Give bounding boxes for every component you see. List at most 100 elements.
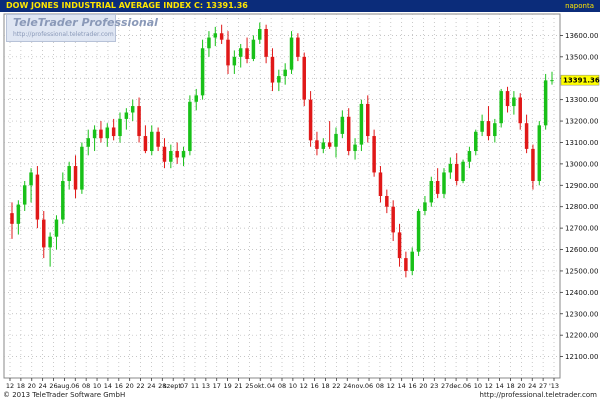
- candle-body: [423, 202, 427, 211]
- copyright-text: © 2013 TeleTrader Software GmbH: [3, 391, 126, 399]
- candle-body: [156, 131, 160, 147]
- candle-body: [493, 123, 497, 137]
- candle-body: [346, 116, 351, 152]
- x-tick-label: 16: [115, 382, 123, 390]
- candle-body: [270, 56, 275, 83]
- x-tick-label: 24: [38, 382, 46, 390]
- y-tick-label: 12800.00: [565, 203, 598, 211]
- candle-body: [143, 136, 148, 152]
- y-tick-label: 13300.00: [565, 96, 598, 104]
- x-tick-label: 21: [234, 382, 242, 390]
- x-tick-label: 13: [202, 382, 210, 390]
- x-tick-label: 16: [310, 382, 318, 390]
- x-tick-label: 22: [136, 382, 144, 390]
- candle-body: [150, 131, 154, 152]
- x-tick-label: 14: [104, 382, 112, 390]
- x-tick-label: 08: [278, 382, 286, 390]
- candle-body: [499, 91, 503, 124]
- x-tick-label: '13: [549, 382, 559, 390]
- candle-body: [308, 99, 313, 141]
- candle-body: [543, 80, 548, 126]
- y-tick-label: 13000.00: [565, 160, 598, 168]
- x-tick-label: 06: [365, 382, 373, 390]
- y-tick-label: 12600.00: [565, 246, 598, 254]
- candle-body: [137, 106, 141, 137]
- y-tick-label: 12400.00: [565, 289, 598, 297]
- plot-area: [3, 13, 561, 379]
- last-price-label: 13391.36: [563, 77, 600, 85]
- candle-body: [454, 163, 459, 182]
- y-tick-label: 13100.00: [565, 139, 598, 147]
- candle-body: [73, 166, 78, 190]
- period-label[interactable]: napontа: [565, 0, 594, 12]
- candle-body: [391, 206, 395, 233]
- x-tick-label: 08: [82, 382, 90, 390]
- x-tick-label: dec.: [449, 382, 463, 390]
- candle-body: [258, 28, 262, 40]
- x-tick-label: 12: [300, 382, 308, 390]
- candle-body: [61, 181, 65, 220]
- candle-body: [315, 140, 319, 149]
- x-tick-label: 20: [419, 382, 427, 390]
- x-tick-label: 18: [506, 382, 514, 390]
- x-tick-label: nov.: [351, 382, 365, 390]
- candle-body: [251, 39, 256, 59]
- x-tick-label: 20: [517, 382, 525, 390]
- candle-body: [378, 172, 383, 196]
- candle-body: [99, 129, 103, 139]
- candle-body: [213, 33, 218, 38]
- candle-body: [188, 101, 192, 152]
- candle-body: [289, 37, 294, 70]
- x-tick-label: 20: [126, 382, 134, 390]
- candle-body: [302, 56, 306, 100]
- chart-window: DOW JONES INDUSTRIAL AVERAGE INDEX C: 13…: [0, 0, 600, 400]
- x-tick-label: 14: [495, 382, 503, 390]
- candle-body: [226, 39, 230, 66]
- x-tick-label: 20: [28, 382, 36, 390]
- x-tick-label: 10: [93, 382, 101, 390]
- candle-body: [277, 76, 281, 83]
- candle-body: [474, 131, 478, 152]
- candle-body: [35, 174, 40, 220]
- candle-body: [283, 69, 287, 77]
- x-tick-label: 22: [332, 382, 340, 390]
- y-tick-label: 13600.00: [565, 32, 598, 40]
- x-tick-label: 08: [376, 382, 384, 390]
- candle-body: [130, 106, 135, 113]
- candle-body: [537, 125, 542, 182]
- x-tick-label: 16: [408, 382, 416, 390]
- candle-body: [366, 103, 370, 137]
- candle-body: [448, 163, 453, 173]
- x-tick-label: 11: [191, 382, 199, 390]
- candle-body: [169, 151, 173, 162]
- candle-body: [118, 118, 122, 137]
- candle-body: [353, 144, 357, 152]
- footer-url[interactable]: http://professional.teletrader.com: [480, 390, 597, 400]
- candle-body: [467, 151, 472, 162]
- candle-body: [296, 37, 300, 57]
- x-tick-label: 24: [343, 382, 351, 390]
- y-tick-label: 12500.00: [565, 267, 598, 275]
- y-tick-label: 13200.00: [565, 118, 598, 126]
- candle-body: [321, 142, 326, 149]
- y-tick-label: 12200.00: [565, 332, 598, 340]
- candle-body: [435, 181, 440, 194]
- candlestick-chart[interactable]: 13600.0013500.0013400.0013300.0013200.00…: [0, 12, 600, 390]
- x-tick-label: 07: [180, 382, 188, 390]
- x-tick-label: 12: [485, 382, 493, 390]
- x-tick-label: okt.: [254, 382, 266, 390]
- candle-body: [550, 80, 554, 82]
- candle-body: [22, 185, 27, 205]
- candle-body: [416, 210, 421, 252]
- candle-body: [518, 97, 522, 124]
- candle-body: [505, 91, 510, 107]
- watermark-brand: TeleTrader Professional: [13, 16, 158, 29]
- candle-body: [124, 112, 129, 119]
- candle-body: [245, 48, 249, 59]
- candle-body: [238, 48, 243, 57]
- candle-body: [16, 204, 21, 224]
- candle-body: [10, 213, 14, 224]
- candle-body: [410, 251, 414, 271]
- x-tick-label: 10: [289, 382, 297, 390]
- candle-body: [54, 219, 59, 237]
